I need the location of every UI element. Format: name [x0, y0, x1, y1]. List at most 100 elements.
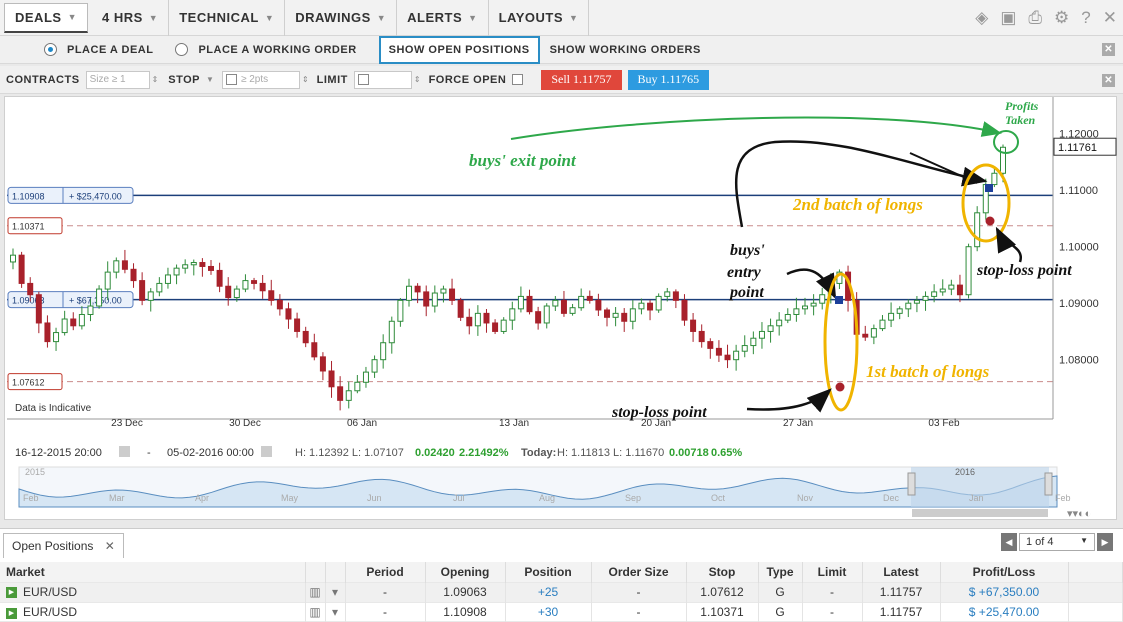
place-deal-radio[interactable]: PLACE A DEAL: [44, 43, 153, 56]
stop-loss-label-1: stop-loss point: [611, 404, 707, 421]
menu-timeframe[interactable]: 4 HRS ▼: [92, 0, 170, 36]
col-market[interactable]: Market: [0, 562, 306, 582]
stop-checkbox[interactable]: [225, 74, 237, 85]
x-tick-label: 27 Jan: [783, 418, 813, 429]
screenshot-icon[interactable]: ▣: [1000, 8, 1016, 28]
gear-icon[interactable]: ⚙: [1054, 8, 1069, 28]
close-icon[interactable]: ✕: [105, 539, 115, 553]
stepper-icon[interactable]: ⇕: [414, 75, 421, 84]
stop-placeholder: ≥ 2pts: [240, 74, 269, 85]
range-end[interactable]: 05-02-2016 00:00: [167, 447, 254, 459]
close-icon[interactable]: ✕: [1103, 8, 1117, 28]
close-icon[interactable]: ✕: [1102, 43, 1115, 56]
contracts-label: CONTRACTS: [6, 73, 80, 86]
candle-body: [61, 318, 68, 334]
candle-body: [27, 282, 34, 296]
show-open-positions-button[interactable]: SHOW OPEN POSITIONS: [378, 35, 540, 64]
next-page-icon[interactable]: ▶: [1097, 533, 1113, 551]
candle-body: [535, 311, 542, 324]
col-profit-loss[interactable]: Profit/Loss: [940, 562, 1069, 582]
layers-icon[interactable]: ◈: [975, 8, 988, 28]
header-label: Market: [6, 564, 45, 579]
calendar-icon[interactable]: [119, 446, 130, 457]
limit-checkbox[interactable]: [357, 74, 369, 85]
show-working-orders-button[interactable]: SHOW WORKING ORDERS: [550, 44, 701, 56]
navigator-scrollbar[interactable]: [912, 509, 1048, 517]
candle-body: [664, 291, 671, 297]
menu-drawings[interactable]: DRAWINGS ▼: [285, 0, 398, 36]
candle-body: [268, 290, 275, 301]
play-icon[interactable]: ▶: [6, 587, 17, 599]
navigator-handle-left[interactable]: [907, 472, 916, 496]
candle-body: [121, 260, 128, 270]
contracts-input[interactable]: Size ≥ 1: [85, 70, 150, 89]
force-open-checkbox[interactable]: [512, 74, 524, 85]
col-latest[interactable]: Latest: [862, 562, 941, 582]
close-icon[interactable]: ✕: [1102, 74, 1115, 87]
row-menu-icon[interactable]: ▾: [325, 601, 346, 622]
candle-body: [380, 342, 387, 361]
help-icon[interactable]: ?: [1081, 8, 1090, 28]
candle-body: [440, 288, 447, 294]
candle-body: [242, 280, 249, 290]
mini-chart-icon[interactable]: ▥: [305, 601, 326, 622]
candle-body: [879, 319, 886, 330]
pl-cell: $ +67,350.00: [940, 581, 1069, 602]
buy-button[interactable]: Buy 1.11765: [627, 69, 710, 90]
menu-alerts[interactable]: ALERTS ▼: [397, 0, 489, 36]
zoom-controls-icon[interactable]: ▾▾◐◐: [1067, 508, 1091, 520]
radio-label: PLACE A WORKING ORDER: [198, 43, 357, 56]
place-working-order-radio[interactable]: PLACE A WORKING ORDER: [175, 43, 356, 56]
play-icon[interactable]: ▶: [6, 607, 17, 619]
candle-body: [345, 390, 352, 401]
navigator-handle-right[interactable]: [1044, 472, 1053, 496]
col-period[interactable]: Period: [345, 562, 426, 582]
buys-entry-label-2: entry: [727, 264, 762, 281]
col-type[interactable]: Type: [758, 562, 803, 582]
menu-deals[interactable]: DEALS ▼: [4, 2, 88, 33]
sell-button[interactable]: Sell 1.11757: [541, 69, 622, 90]
price-chart[interactable]: 1.10908 + $25,470.00 1.10371 1.09063 + $67,3…: [4, 96, 1117, 520]
candle-body: [569, 307, 576, 314]
menu-layouts[interactable]: LAYOUTS ▼: [489, 0, 590, 36]
navigator[interactable]: Feb Mar Apr May Jun Jul Aug Sep Oct Nov Dec Jan Feb …: [18, 466, 1091, 520]
table-row[interactable]: ▶ EUR/USD ▥ ▾ - 1.10908 +30 - 1.10371 G -…: [0, 601, 1123, 622]
caret-down-icon[interactable]: ▼: [206, 75, 214, 84]
stop-cell[interactable]: 1.10371: [686, 601, 759, 622]
stop-cell[interactable]: 1.07612: [686, 581, 759, 602]
candle-body: [78, 313, 85, 327]
limit-input[interactable]: [353, 70, 412, 89]
row-menu-icon[interactable]: ▾: [325, 581, 346, 602]
stepper-icon[interactable]: ⇕: [302, 75, 309, 84]
stepper-icon[interactable]: ⇕: [152, 75, 159, 84]
limit-cell[interactable]: -: [802, 581, 863, 602]
candle-body: [810, 302, 817, 307]
candle-body: [862, 333, 869, 338]
caret-down-icon: ▼: [67, 12, 77, 22]
col-position[interactable]: Position: [505, 562, 592, 582]
col-menu: [325, 562, 346, 582]
opening-cell: 1.09063: [425, 581, 506, 602]
col-opening[interactable]: Opening: [425, 562, 506, 582]
col-order-size[interactable]: Order Size: [591, 562, 687, 582]
candle-body: [698, 330, 705, 343]
prev-page-icon[interactable]: ◀: [1001, 533, 1017, 551]
col-stop[interactable]: Stop: [686, 562, 759, 582]
table-row[interactable]: ▶ EUR/USD ▥ ▾ - 1.09063 +25 - 1.07612 G -…: [0, 581, 1123, 602]
mini-chart-icon[interactable]: ▥: [305, 581, 326, 602]
range-start[interactable]: 16-12-2015 20:00: [15, 447, 102, 459]
chart-svg[interactable]: 1.10908 + $25,470.001.103711.09063 + $67,3…: [5, 97, 1118, 521]
candle-body: [18, 254, 25, 284]
position-cell: +25: [505, 581, 592, 602]
limit-cell[interactable]: -: [802, 601, 863, 622]
page-select[interactable]: 1 of 4 ▼: [1019, 533, 1095, 551]
stop-input[interactable]: ≥ 2pts: [221, 70, 300, 89]
exit-arrow: [510, 116, 1002, 140]
menu-technical[interactable]: TECHNICAL ▼: [169, 0, 286, 36]
calendar-icon[interactable]: [261, 446, 272, 457]
candle-body: [913, 299, 920, 304]
candle-body: [414, 285, 421, 293]
tab-open-positions[interactable]: Open Positions ✕: [3, 533, 124, 558]
print-icon[interactable]: ⎙: [1028, 8, 1042, 28]
col-limit[interactable]: Limit: [802, 562, 863, 582]
